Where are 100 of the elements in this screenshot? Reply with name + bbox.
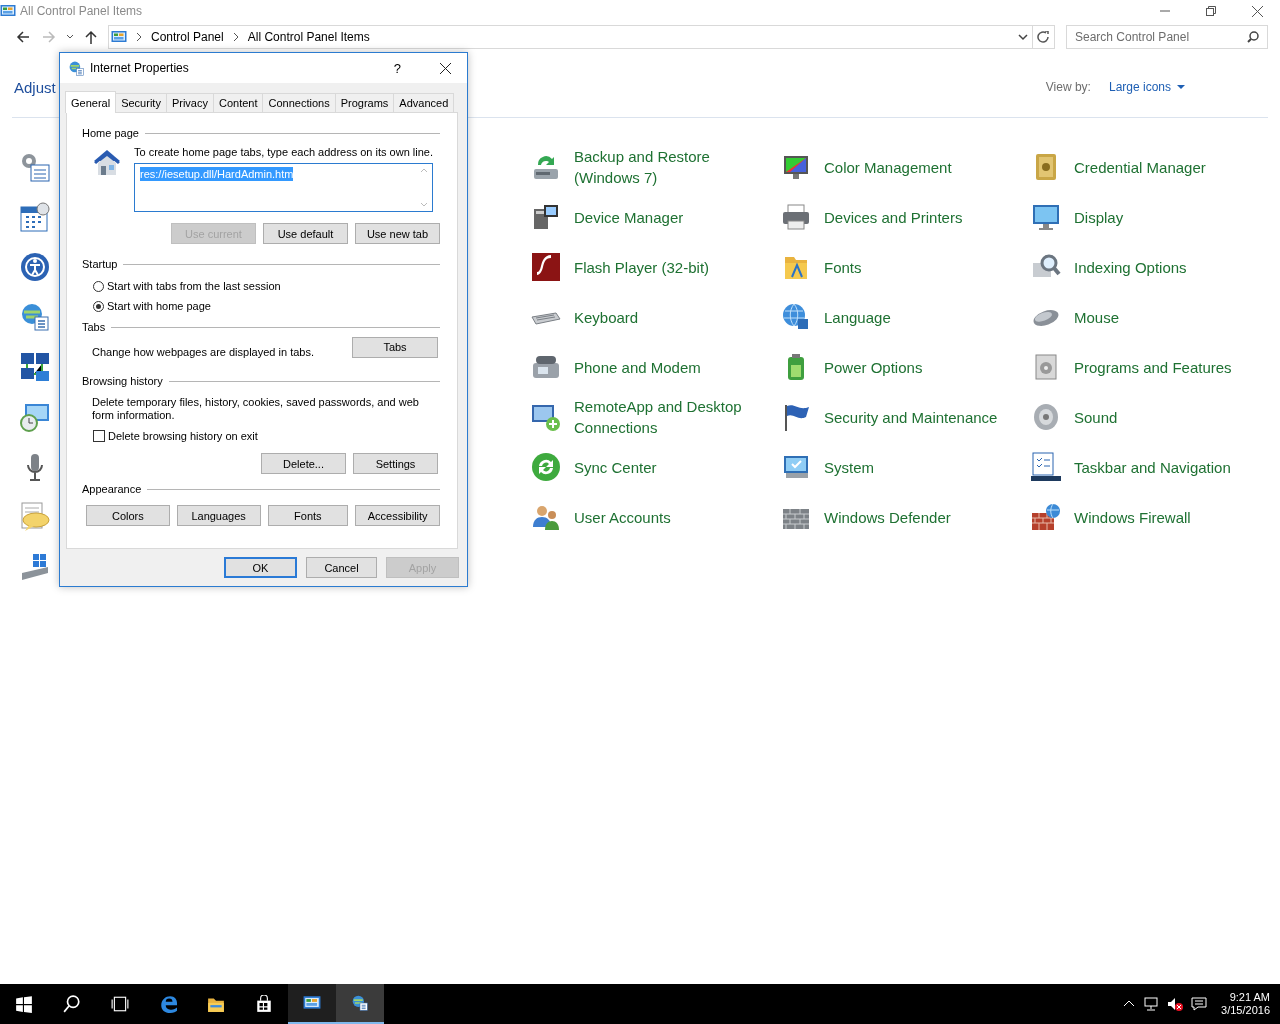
back-arrow-icon[interactable] (16, 30, 30, 44)
network-icon[interactable] (1143, 996, 1160, 1012)
description-text: Delete temporary files, history, cookies, saved passwords, and web form information. (91, 396, 420, 422)
dialog-button[interactable]: Cancel (306, 557, 377, 578)
dialog-button[interactable]: Use new tab (355, 223, 440, 244)
taskbar-button[interactable] (336, 984, 384, 1024)
radio-button[interactable]: Start with home page (82, 296, 440, 316)
control-panel-link[interactable]: Windows Firewall (1074, 506, 1191, 528)
globe-checklist-icon (19, 301, 51, 333)
control-panel-link[interactable]: Sync Center (574, 456, 657, 478)
edge-icon (159, 995, 177, 1013)
taskbar-button[interactable] (288, 984, 336, 1024)
control-panel-link[interactable]: Keyboard (574, 306, 639, 328)
control-panel-link[interactable]: Color Management (824, 156, 952, 178)
control-panel-link[interactable]: Mouse (1074, 306, 1120, 328)
search-field[interactable]: Search Control Panel (1066, 25, 1268, 49)
control-panel-link[interactable]: Programs and Features (1074, 356, 1232, 378)
view-by-dropdown[interactable]: Large icons (1108, 80, 1185, 94)
close-icon[interactable] (1251, 5, 1263, 17)
caret-icon[interactable] (1018, 33, 1028, 41)
chevron-icon (135, 32, 143, 42)
control-panel-link[interactable]: Language (824, 306, 891, 328)
search-icon (63, 995, 81, 1013)
shopping-bag-icon (255, 995, 273, 1013)
breadcrumb[interactable]: All Control Panel Items (247, 30, 370, 44)
accessibility-icon (19, 251, 51, 283)
dialog-button[interactable]: Colors (86, 505, 170, 526)
tab[interactable]: Advanced (393, 93, 455, 112)
dialog-button[interactable]: Languages (176, 505, 261, 526)
taskbar-icon (1030, 451, 1062, 483)
tab[interactable]: General (65, 91, 117, 113)
control-panel-link[interactable]: Devices and Printers (824, 206, 963, 228)
sync-icon (530, 451, 562, 483)
control-panel-link[interactable]: User Accounts (574, 506, 671, 528)
control-panel-link[interactable]: Flash Player (32-bit) (574, 256, 710, 278)
control-panel-link[interactable]: Phone and Modem (574, 356, 701, 378)
dialog-button[interactable]: Tabs (352, 336, 438, 358)
dialog-button[interactable]: Accessibility (355, 505, 440, 526)
radio-button[interactable]: Start with tabs from the last session (82, 276, 440, 296)
search-icon (1247, 31, 1259, 43)
tab[interactable]: Security (115, 93, 167, 112)
control-panel-icon (303, 994, 321, 1012)
close-icon[interactable] (440, 62, 451, 74)
speech-bubble-icon (19, 501, 51, 533)
instruction-text: To create home page tabs, type each address on its own line. (134, 146, 433, 158)
chevron-icon (231, 32, 240, 42)
calendar-icon (19, 201, 51, 233)
internet-options-icon (351, 994, 369, 1012)
task-view-icon (111, 995, 129, 1013)
control-panel-link[interactable]: Power Options (824, 356, 923, 378)
scroll-down-icon (419, 202, 428, 208)
control-panel-link[interactable]: Device Manager (574, 206, 684, 228)
windows-drive-icon (19, 551, 51, 583)
control-panel-link[interactable]: System (824, 456, 874, 478)
chevron-up-icon[interactable] (1123, 999, 1136, 1009)
control-panel-link[interactable]: Windows Defender (824, 506, 951, 528)
control-panel-link[interactable]: Display (1074, 206, 1124, 228)
dialog-button[interactable]: Delete... (261, 453, 346, 474)
muted-speaker-icon[interactable] (1167, 996, 1184, 1012)
page-heading: Adjust (14, 78, 56, 96)
control-panel-link[interactable]: Taskbar and Navigation (1074, 456, 1231, 478)
control-panel-link[interactable]: Backup and Restore (Windows 7) (574, 146, 770, 188)
dialog-button[interactable]: Settings (353, 453, 438, 474)
dialog-button[interactable]: Use default (263, 223, 348, 244)
control-panel-link[interactable]: Credential Manager (1074, 156, 1206, 178)
scroll-up-icon (419, 167, 428, 173)
description-text: Change how webpages are displayed in tabs. (91, 346, 314, 358)
clock[interactable]: 9:21 AM 3/15/2016 (1221, 991, 1270, 1017)
restore-icon[interactable] (1206, 6, 1216, 16)
monitor-clock-icon (19, 401, 51, 433)
dialog-button[interactable]: Fonts (267, 505, 349, 526)
view-by-label: View by: (1045, 80, 1091, 94)
brick-wall-globe-icon (1030, 501, 1062, 533)
internet-options-icon (68, 59, 85, 77)
window-title: All Control Panel Items (20, 4, 143, 18)
dialog-button[interactable]: OK (224, 557, 297, 578)
windows-logo-icon (15, 995, 33, 1013)
breadcrumb[interactable]: Control Panel (151, 30, 224, 44)
control-panel-link[interactable]: RemoteApp and Desktop Connections (574, 396, 770, 438)
control-panel-link[interactable]: Security and Maintenance (824, 406, 998, 428)
caret-icon[interactable] (66, 33, 74, 41)
control-panel-link[interactable]: Fonts (824, 256, 862, 278)
tab[interactable]: Privacy (165, 93, 214, 112)
section-label: Appearance (82, 483, 142, 495)
up-arrow-icon[interactable] (84, 30, 98, 44)
folder-icon (207, 995, 225, 1013)
section-label: Browsing history (82, 375, 163, 387)
section-label: Startup (82, 258, 118, 270)
checkbox[interactable]: Delete browsing history on exit (82, 426, 440, 446)
network-computers-icon (19, 351, 51, 383)
refresh-icon[interactable] (1037, 30, 1050, 44)
help-button[interactable]: ? (393, 60, 401, 76)
action-center-icon[interactable] (1191, 996, 1208, 1012)
control-panel-link[interactable]: Indexing Options (1074, 256, 1187, 278)
control-panel-icon (111, 29, 127, 45)
section-label: Tabs (82, 321, 106, 333)
section-label: Home page (82, 127, 139, 139)
dialog-title: Internet Properties (90, 61, 189, 75)
tab[interactable]: Programs (334, 93, 395, 112)
control-panel-link[interactable]: Sound (1074, 406, 1118, 428)
